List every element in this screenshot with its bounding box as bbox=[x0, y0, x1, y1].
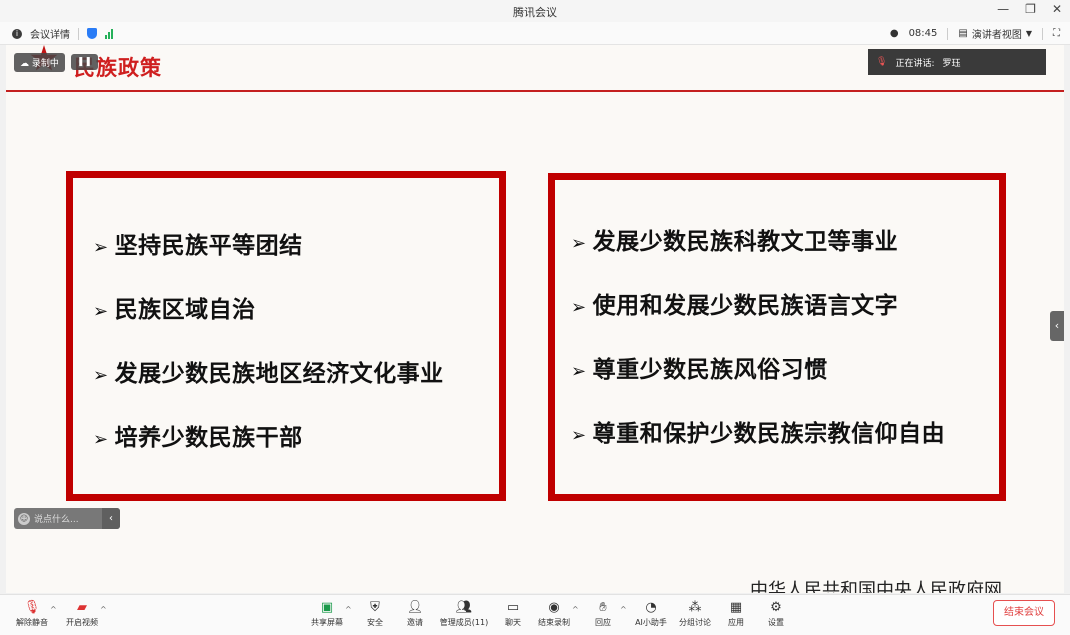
window-title: 腾讯会议 bbox=[513, 6, 557, 19]
emoji-icon[interactable]: ☺ bbox=[18, 512, 30, 525]
network-signal-icon[interactable] bbox=[105, 28, 113, 39]
list-item-text: 发展少数民族科教文卫等事业 bbox=[592, 229, 899, 255]
settings-label: 设置 bbox=[768, 618, 784, 627]
invite-button[interactable]: 👤︎ 邀请 bbox=[389, 599, 441, 628]
policy-panel-left: ➢ 坚持民族平等团结 ➢ 民族区域自治 ➢ 发展少数民族地区经济文化事业 ➢ 培养少数民… bbox=[66, 171, 506, 501]
recording-label: 录制中 bbox=[31, 58, 59, 69]
divider bbox=[947, 27, 949, 40]
layout-view-dropdown[interactable]: ▤ 演讲者视图 ▼ bbox=[958, 26, 1032, 41]
video-off-icon: ▰ bbox=[77, 599, 87, 615]
window-controls: — ❐ ✕ bbox=[997, 2, 1062, 16]
info-icon: i bbox=[12, 28, 22, 39]
speaking-indicator: 🎙︎ 正在讲话: 罗珏 bbox=[868, 49, 1046, 75]
list-item: ➢ 发展少数民族地区经济文化事业 bbox=[93, 361, 444, 387]
list-item-text: 培养少数民族干部 bbox=[114, 425, 303, 451]
muted-mic-icon: 🎙︎ bbox=[23, 599, 41, 615]
divider bbox=[1042, 27, 1043, 40]
chevron-up-icon[interactable]: ^ bbox=[100, 605, 107, 614]
info-right-group: ● 08:45 ▤ 演讲者视图 ▼ ⛶ bbox=[890, 26, 1060, 41]
slide-footer-source: 中华人民共和国中央人民政府网 bbox=[750, 580, 1002, 593]
list-item-text: 发展少数民族地区经济文化事业 bbox=[114, 361, 444, 387]
meeting-details-link[interactable]: 会议详情 bbox=[30, 26, 70, 41]
reactions-label: 回应 bbox=[595, 618, 611, 627]
apps-grid-icon: ▦ bbox=[729, 599, 743, 615]
unmute-label: 解除静音 bbox=[16, 618, 48, 627]
restore-icon[interactable]: ❐ bbox=[1025, 2, 1036, 16]
apps-label: 应用 bbox=[728, 618, 744, 627]
add-user-icon: 👤︎ bbox=[406, 599, 424, 615]
close-icon[interactable]: ✕ bbox=[1052, 2, 1062, 16]
list-item-text: 使用和发展少数民族语言文字 bbox=[592, 293, 899, 319]
list-item: ➢ 尊重少数民族风俗习惯 bbox=[571, 357, 828, 383]
muted-mic-icon: 🎙︎ bbox=[876, 57, 888, 67]
breakout-label: 分组讨论 bbox=[679, 618, 711, 627]
meeting-toolbar: 🎙︎ 解除静音 ^ ▰ 开启视频 ^ ▣ 共享屏幕 ^ ⛨ 安全 👤︎ 邀请 👥… bbox=[0, 594, 1070, 635]
policy-panel-right: ➢ 发展少数民族科教文卫等事业 ➢ 使用和发展少数民族语言文字 ➢ 尊重少数民族风俗习… bbox=[548, 173, 1006, 501]
ai-assistant-label: AI小助手 bbox=[635, 618, 667, 627]
manage-members-button[interactable]: 👥︎ 管理成员(11) bbox=[438, 599, 490, 628]
ai-assistant-icon: ◔ bbox=[645, 599, 657, 615]
breakout-icon: ⁂ bbox=[688, 599, 702, 615]
chat-bubble-icon: ▭ bbox=[506, 599, 520, 615]
meeting-infobar: i 会议详情 ● 08:45 ▤ 演讲者视图 ▼ ⛶ bbox=[0, 22, 1070, 45]
slide-title-rule bbox=[6, 90, 1064, 92]
list-item: ➢ 民族区域自治 bbox=[93, 297, 256, 323]
speaker-name: 罗珏 bbox=[942, 58, 961, 69]
pause-recording-icon[interactable]: ❚❚ bbox=[70, 54, 98, 70]
share-screen-label: 共享屏幕 bbox=[311, 618, 343, 627]
shield-icon: ⛨ bbox=[370, 599, 380, 615]
layout-view-label: 演讲者视图 bbox=[971, 30, 1022, 41]
speaking-label: 正在讲话: bbox=[895, 58, 935, 69]
end-meeting-button[interactable]: 结束会议 bbox=[993, 600, 1055, 626]
list-item: ➢ 使用和发展少数民族语言文字 bbox=[571, 293, 899, 319]
security-label: 安全 bbox=[367, 618, 383, 627]
shared-screen-stage: 民族政策 ☁ 录制中 ❚❚ 🎙︎ 正在讲话: 罗珏 ➢ 坚持民族平等团结 ➢ 民族区… bbox=[6, 45, 1064, 593]
list-item-text: 尊重少数民族风俗习惯 bbox=[592, 357, 828, 383]
recording-status[interactable]: ☁ 录制中 bbox=[14, 52, 65, 72]
list-item-text: 坚持民族平等团结 bbox=[114, 233, 303, 259]
list-item: ➢ 坚持民族平等团结 bbox=[93, 233, 303, 259]
raise-hand-icon: ✋︎ bbox=[599, 599, 607, 615]
members-icon: 👥︎ bbox=[455, 599, 473, 615]
start-video-label: 开启视频 bbox=[66, 618, 98, 627]
record-icon: ◉ bbox=[548, 599, 560, 615]
fullscreen-icon[interactable]: ⛶ bbox=[1053, 28, 1060, 39]
collapse-chat-button[interactable]: ‹ bbox=[102, 508, 120, 529]
end-recording-label: 结束录制 bbox=[538, 618, 570, 627]
quick-chat-input[interactable]: ☺ 说点什么... ‹ bbox=[14, 508, 120, 529]
chevron-down-icon: ▼ bbox=[1025, 29, 1032, 38]
collapse-side-panel-button[interactable]: ‹ bbox=[1050, 311, 1064, 341]
security-shield-icon[interactable] bbox=[87, 28, 97, 39]
layout-icon: ▤ bbox=[958, 28, 968, 39]
settings-button[interactable]: ⚙ 设置 bbox=[750, 599, 802, 628]
list-item-text: 民族区域自治 bbox=[114, 297, 256, 323]
share-screen-icon: ▣ bbox=[320, 599, 334, 615]
minimize-icon[interactable]: — bbox=[997, 2, 1009, 16]
info-left-group: i 会议详情 bbox=[12, 26, 113, 41]
list-item-text: 尊重和保护少数民族宗教信仰自由 bbox=[592, 421, 946, 447]
manage-members-label: 管理成员(11) bbox=[439, 618, 489, 627]
list-item: ➢ 尊重和保护少数民族宗教信仰自由 bbox=[571, 421, 946, 447]
recording-indicator: ☁ 录制中 ❚❚ bbox=[14, 52, 98, 72]
chat-placeholder: 说点什么... bbox=[34, 515, 79, 525]
list-item: ➢ 培养少数民族干部 bbox=[93, 425, 303, 451]
divider bbox=[78, 27, 79, 40]
gear-icon: ⚙ bbox=[770, 599, 782, 615]
invite-label: 邀请 bbox=[407, 618, 423, 627]
chat-label: 聊天 bbox=[505, 618, 521, 627]
meeting-timer: 08:45 bbox=[908, 28, 938, 39]
window-titlebar: 腾讯会议 — ❐ ✕ bbox=[0, 0, 1070, 22]
list-item: ➢ 发展少数民族科教文卫等事业 bbox=[571, 229, 899, 255]
clock-icon: ● bbox=[889, 28, 899, 39]
